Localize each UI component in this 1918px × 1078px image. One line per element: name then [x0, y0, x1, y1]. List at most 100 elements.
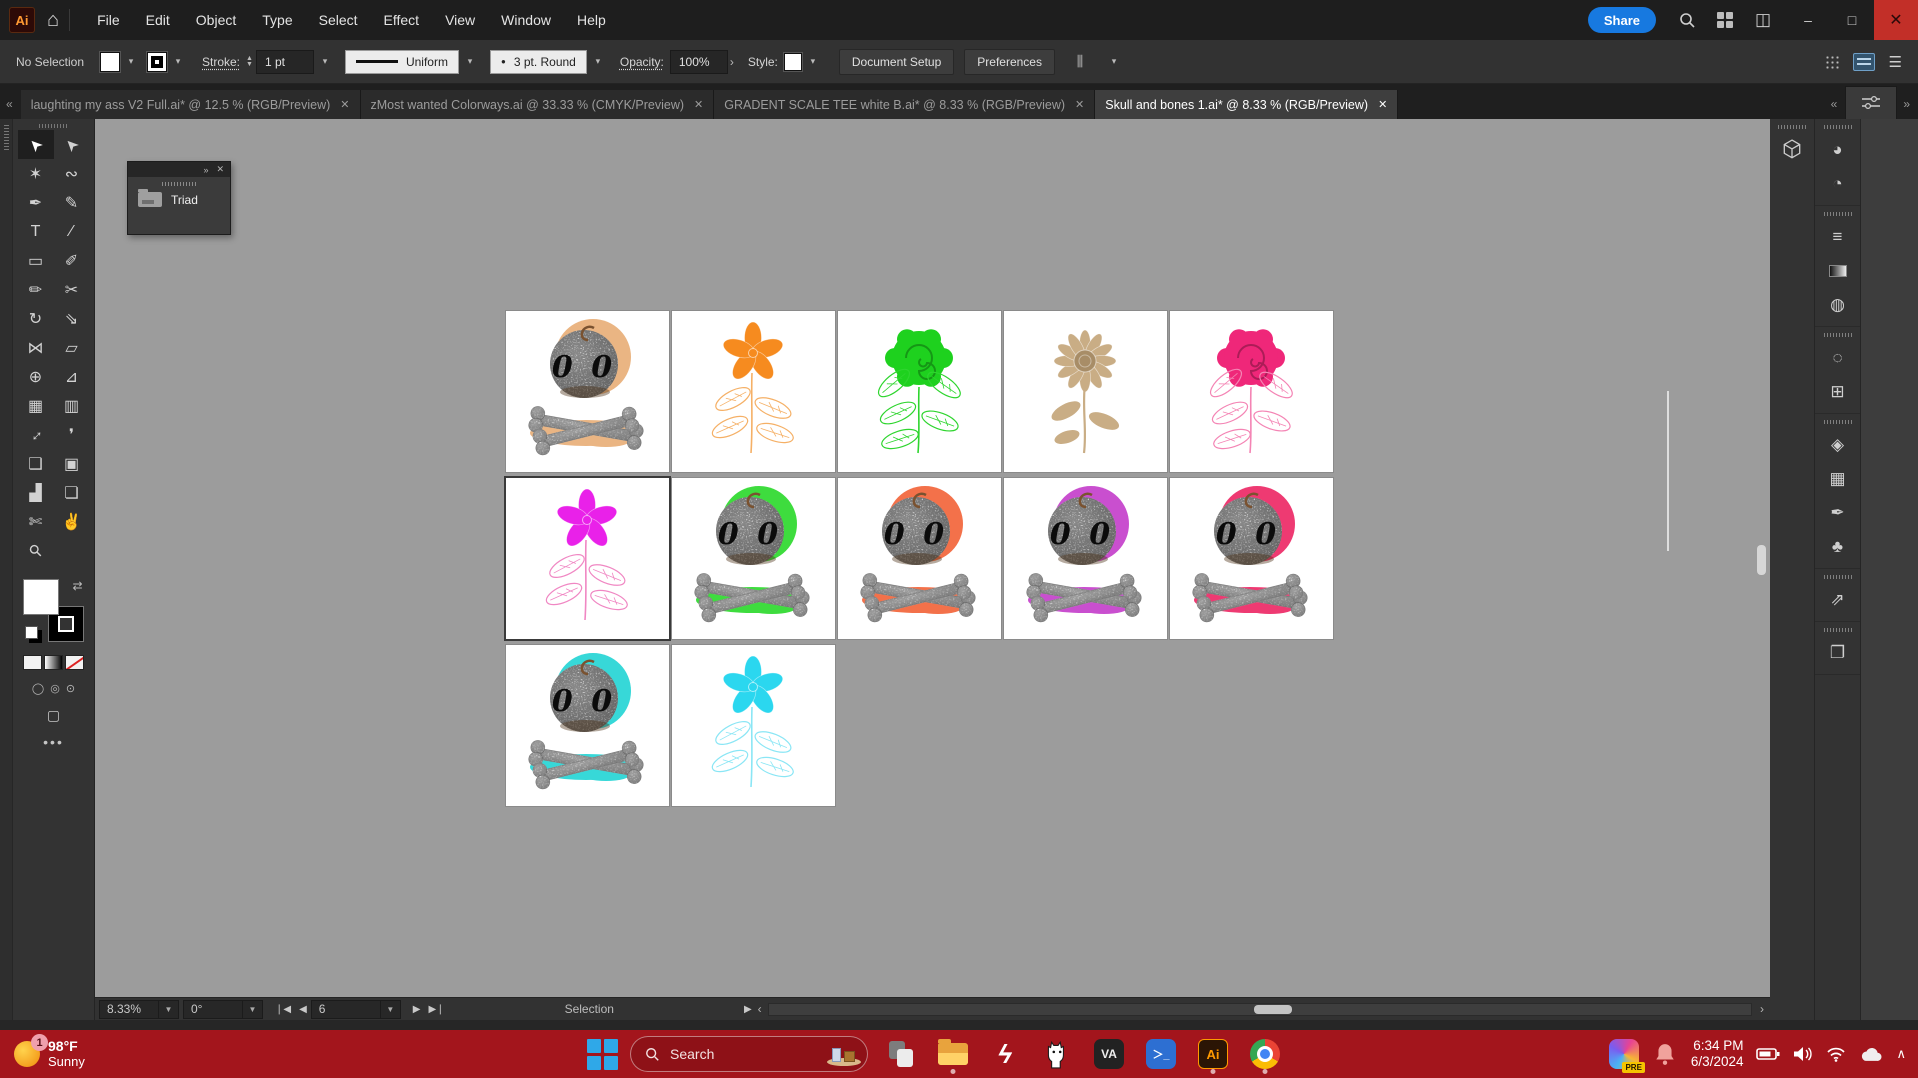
document-setup-button[interactable]: Document Setup — [839, 49, 954, 75]
style-swatch[interactable] — [784, 53, 802, 71]
stroke-dropdown-arrow[interactable]: ▾ — [170, 51, 186, 73]
column-graph-tool[interactable]: ▟ — [18, 478, 54, 507]
opacity-field[interactable]: 100% — [670, 50, 728, 74]
illustrator-app[interactable]: Ai — [1194, 1034, 1232, 1074]
fill-color-swatch[interactable] — [100, 52, 120, 72]
dock-grip[interactable] — [1778, 125, 1806, 129]
color-mode-button[interactable] — [23, 655, 42, 670]
direct-selection-tool[interactable]: ➤ — [54, 130, 90, 159]
brush-cup-icon[interactable]: ✒ — [1820, 496, 1856, 530]
style-dropdown-arrow[interactable]: ▾ — [805, 51, 821, 73]
preferences-button[interactable]: Preferences — [964, 49, 1055, 75]
expand-tabs-chevron[interactable]: » — [1897, 97, 1918, 119]
artboard-11-skull-cyan[interactable]: 0 0 — [506, 645, 669, 806]
search-icon[interactable] — [1672, 5, 1702, 35]
none-mode-button[interactable] — [65, 655, 84, 670]
selection-tool[interactable]: ➤ — [18, 130, 54, 159]
next-artboard-button[interactable]: ▶ — [413, 1004, 421, 1015]
lightning-app[interactable]: ϟ — [986, 1034, 1024, 1074]
libraries-cube-icon[interactable] — [1774, 133, 1810, 167]
tab-close-icon[interactable]: ✕ — [1075, 98, 1084, 111]
search-box[interactable]: Search — [630, 1036, 868, 1072]
menu-file[interactable]: File — [84, 0, 133, 40]
fill-dropdown-arrow[interactable]: ▾ — [123, 51, 139, 73]
edit-toolbar-ellipsis[interactable]: ••• — [43, 734, 64, 750]
rotation-dropdown-arrow[interactable]: ▼ — [243, 1000, 263, 1019]
width-profile-dropdown[interactable]: Uniform — [345, 50, 459, 74]
dock-collapse-chevron[interactable]: « — [1825, 97, 1846, 119]
pen-tool[interactable]: ✒ — [18, 188, 54, 217]
mesh-tool[interactable]: ▦ — [18, 391, 54, 420]
maximize-button[interactable]: □ — [1830, 0, 1874, 40]
stroke-weight-dropdown[interactable]: ▾ — [317, 51, 333, 73]
artboard-12-flower-cyan[interactable] — [672, 645, 835, 806]
artboard-1-skull-tan[interactable]: 0 0 — [506, 311, 669, 472]
slice-tool[interactable]: ✄ — [18, 507, 54, 536]
minimize-button[interactable]: – — [1786, 0, 1830, 40]
swap-fill-stroke-icon[interactable]: ⇄ — [72, 579, 82, 593]
document-tab-2[interactable]: zMost wanted Colorways.ai @ 33.33 % (CMY… — [361, 90, 715, 119]
copilot-icon[interactable]: PRE — [1609, 1039, 1639, 1069]
dock-grip[interactable] — [1824, 575, 1852, 579]
zoom-level-field[interactable]: 8.33% — [99, 1000, 159, 1019]
panel-grip[interactable] — [162, 182, 196, 186]
document-tab-1[interactable]: laughting my ass V2 Full.ai* @ 12.5 % (R… — [21, 90, 361, 119]
collapse-tabs-chevron[interactable]: « — [0, 97, 21, 119]
width-tool[interactable]: ⋈ — [18, 333, 54, 362]
control-bar-menu-icon[interactable]: ☰ — [1889, 53, 1902, 71]
dock-grip[interactable] — [1824, 125, 1852, 129]
dock-grip[interactable] — [1824, 420, 1852, 424]
swatches-icon[interactable]: ≡ — [1820, 220, 1856, 254]
brush-definition-arrow[interactable]: ▾ — [590, 51, 606, 73]
horizontal-scrollbar-thumb[interactable] — [1254, 1005, 1292, 1014]
line-segment-tool[interactable]: ∕ — [54, 217, 90, 246]
menu-window[interactable]: Window — [488, 0, 564, 40]
first-artboard-button[interactable]: ❘◀ — [275, 1004, 291, 1015]
panel-close-icon[interactable]: ✕ — [216, 164, 224, 175]
stroke-weight-stepper[interactable]: ▲▼ — [246, 56, 253, 68]
symbol-sprayer-tool[interactable]: ▣ — [54, 449, 90, 478]
triad-floating-panel[interactable]: » ✕ Triad — [127, 161, 231, 235]
hand-tool[interactable]: ✌ — [54, 507, 90, 536]
opacity-label[interactable]: Opacity: — [620, 55, 664, 69]
menu-help[interactable]: Help — [564, 0, 619, 40]
scale-tool[interactable]: ⇘ — [54, 304, 90, 333]
rotation-field[interactable]: 0° — [183, 1000, 243, 1019]
touch-workspace-icon[interactable] — [1825, 55, 1839, 69]
document-tab-4[interactable]: Skull and bones 1.ai* @ 8.33 % (RGB/Prev… — [1095, 90, 1398, 119]
toggle-panel-icon[interactable]: ◫ — [1748, 5, 1778, 35]
artboard-8-skull-coral[interactable]: 0 0 — [838, 478, 1001, 639]
powershell-app[interactable]: ＞_ — [1142, 1034, 1180, 1074]
blend-tool[interactable]: ❑ — [18, 449, 54, 478]
properties-panel-tab[interactable] — [1845, 86, 1897, 119]
menu-view[interactable]: View — [432, 0, 488, 40]
measure-tool[interactable]: ↔ — [18, 420, 54, 449]
weather-widget[interactable]: 1 98°F Sunny — [14, 1039, 164, 1069]
align-icon[interactable]: ⫼ — [1065, 47, 1095, 77]
artboard-4-sunflower-tan[interactable] — [1004, 311, 1167, 472]
chrome-app[interactable] — [1246, 1034, 1284, 1074]
gradient-panel-icon[interactable] — [1820, 254, 1856, 288]
tab-close-icon[interactable]: ✕ — [694, 98, 703, 111]
last-artboard-button[interactable]: ▶❘ — [428, 1004, 444, 1015]
home-icon[interactable]: ⌂ — [47, 9, 59, 32]
align-dropdown-arrow[interactable]: ▾ — [1106, 51, 1122, 73]
status-expand-arrow[interactable]: ▶ — [744, 1004, 752, 1015]
brushes-icon[interactable]: ◌ — [1820, 341, 1856, 375]
panel-edge[interactable] — [0, 119, 13, 1020]
draw-behind-icon[interactable]: ◎ — [50, 682, 60, 695]
pathfinder-icon[interactable]: ❐ — [1820, 636, 1856, 670]
artboard-number-field[interactable]: 6 — [311, 1000, 381, 1019]
brush-definition-dropdown[interactable]: ● 3 pt. Round — [490, 50, 587, 74]
width-profile-arrow[interactable]: ▾ — [462, 51, 478, 73]
artboard-6-flower-magenta[interactable] — [506, 478, 669, 639]
gradient-tool[interactable]: ▥ — [54, 391, 90, 420]
dark-logo-app[interactable]: VA — [1090, 1034, 1128, 1074]
fill-indicator[interactable] — [23, 579, 59, 615]
artboard-9-skull-orchid[interactable]: 0 0 — [1004, 478, 1167, 639]
artboard-5-rose-pink[interactable] — [1170, 311, 1333, 472]
menu-effect[interactable]: Effect — [371, 0, 433, 40]
start-button[interactable] — [584, 1036, 620, 1072]
volume-icon[interactable] — [1793, 1046, 1813, 1062]
draw-inside-icon[interactable]: ⊙ — [66, 682, 75, 695]
